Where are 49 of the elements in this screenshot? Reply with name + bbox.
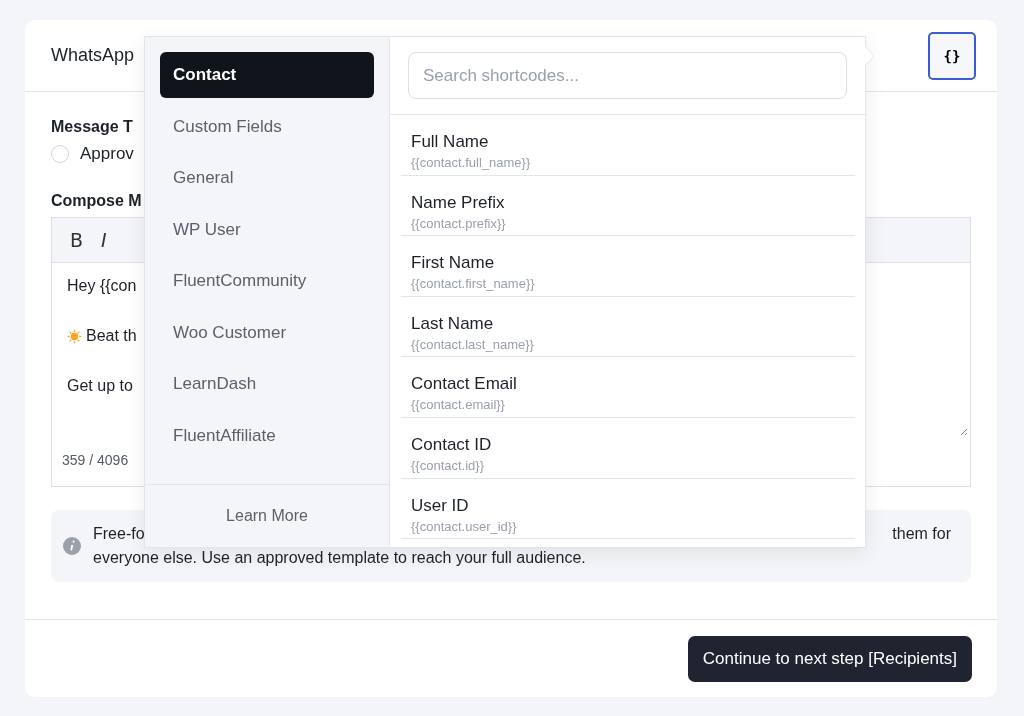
shortcode-code: {{contact.id}} xyxy=(411,457,485,473)
sun-icon xyxy=(67,329,82,344)
category-item[interactable]: Contact xyxy=(160,52,374,98)
category-item[interactable]: Woo Customer xyxy=(160,309,374,356)
continue-button[interactable]: Continue to next step [Recipients] xyxy=(687,635,972,682)
format-button[interactable]: B xyxy=(68,229,86,251)
shortcode-label: Contact ID xyxy=(411,434,493,455)
category-item[interactable]: FluentCommunity xyxy=(160,258,374,304)
character-counter: 359 / 4096 xyxy=(62,452,129,468)
info-text: them for xyxy=(892,524,951,544)
category-item[interactable]: General xyxy=(160,155,374,201)
shortcode-label: Full Name xyxy=(411,132,490,152)
shortcode-label: User ID xyxy=(411,495,470,516)
field-label: Message T xyxy=(51,118,133,136)
shortcode-item[interactable]: User ID {{contact.user_id}} xyxy=(401,478,855,540)
search-field[interactable]: Search shortcodes... xyxy=(408,52,847,99)
window-title: WhatsApp xyxy=(51,45,135,66)
shortcode-code: {{contact.prefix}} xyxy=(411,215,507,231)
resize-handle-icon[interactable] xyxy=(958,426,968,436)
shortcode-button[interactable]: {} xyxy=(928,31,976,80)
shortcode-label: Last Name xyxy=(411,313,495,334)
shortcode-code: {{contact.last_name}} xyxy=(411,336,535,352)
radio-label: Approv xyxy=(80,144,134,164)
info-text: Free-fo xyxy=(93,524,145,544)
shortcode-item[interactable]: Name Prefix {{contact.prefix}} xyxy=(401,175,855,237)
shortcode-code: {{contact.email}} xyxy=(411,397,506,413)
message-line: Hey {{con xyxy=(67,277,137,295)
shortcode-label: First Name xyxy=(411,253,496,274)
shortcode-item[interactable]: Last Name {{contact.last_name}} xyxy=(401,296,855,358)
info-icon xyxy=(63,537,81,555)
category-item[interactable]: LearnDash xyxy=(160,361,374,407)
shortcode-label: Name Prefix xyxy=(411,192,506,213)
message-line: Get up to xyxy=(67,377,133,395)
shortcode-item[interactable]: Contact Email {{contact.email}} xyxy=(401,357,855,418)
category-item[interactable]: WP User xyxy=(160,206,374,253)
shortcode-code: {{contact.full_name}} xyxy=(411,155,532,170)
category-item[interactable]: FluentAffiliate xyxy=(160,412,374,459)
category-item[interactable]: Custom Fields xyxy=(160,103,374,150)
shortcode-item[interactable]: Contact ID {{contact.id}} xyxy=(401,417,855,479)
shortcode-code: {{contact.first_name}} xyxy=(411,276,536,292)
format-button[interactable]: I xyxy=(99,229,109,251)
shortcode-item[interactable]: First Name {{contact.first_name}} xyxy=(401,236,855,297)
learn-more-link[interactable]: Learn More xyxy=(226,507,308,525)
shortcode-label: Contact Email xyxy=(411,374,518,395)
shortcode-code: {{contact.user_id}} xyxy=(411,518,518,534)
message-line: Beat th xyxy=(86,327,137,345)
shortcode-item[interactable]: Full Name {{contact.full_name}} xyxy=(401,115,855,176)
info-text: everyone else. Use an approved template to reach your full audience. xyxy=(93,548,587,568)
field-label: Compose M xyxy=(51,192,142,210)
